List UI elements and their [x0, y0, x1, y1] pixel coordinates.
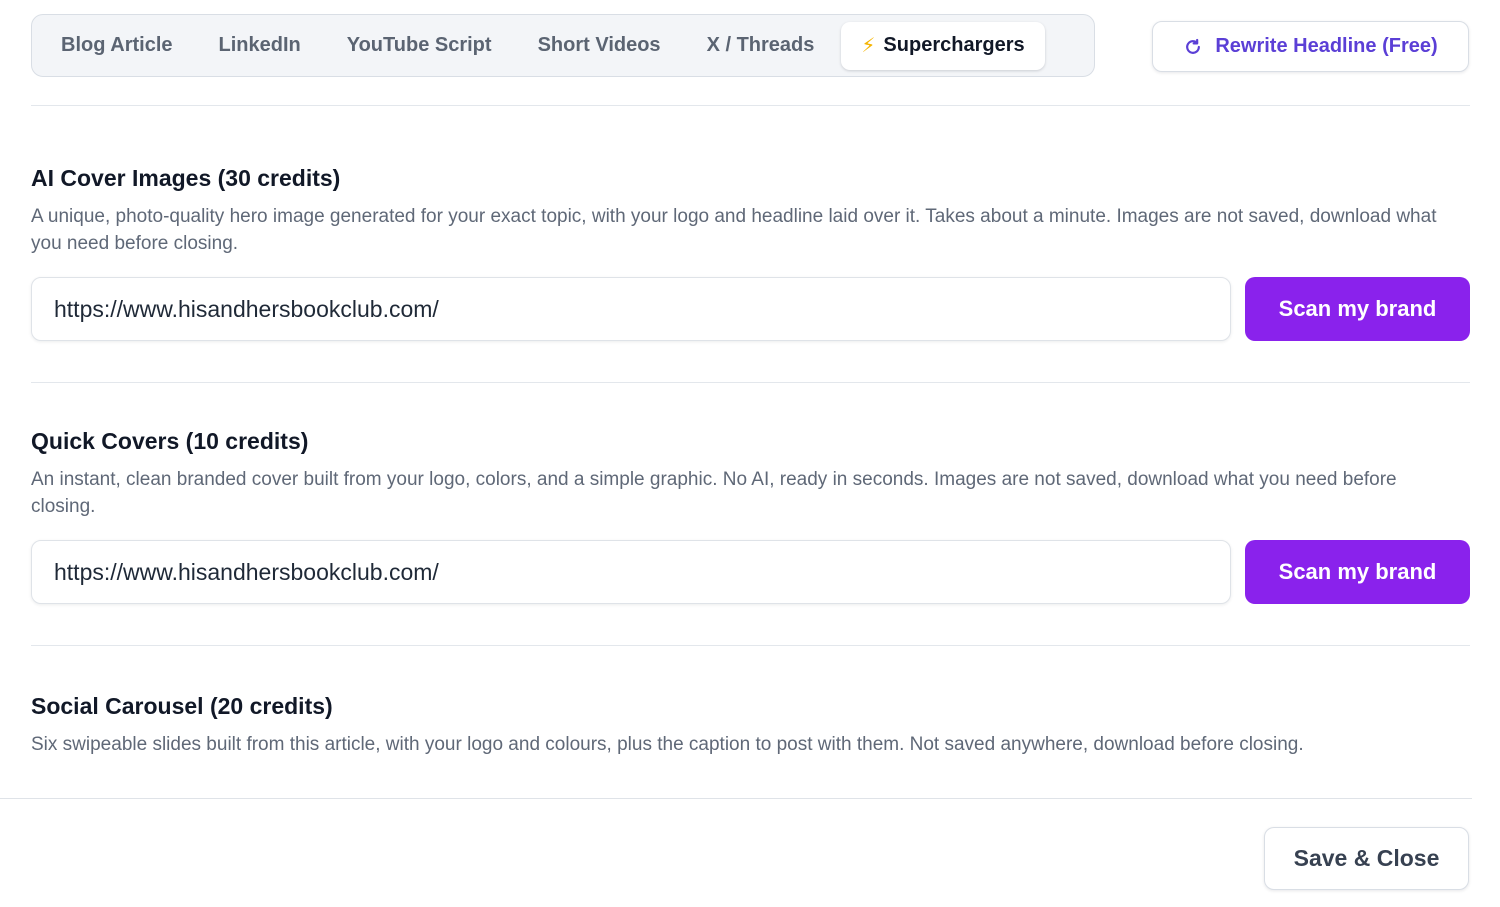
divider — [31, 382, 1470, 383]
tab-label: LinkedIn — [218, 34, 301, 56]
brand-url-input-ai-covers[interactable] — [31, 277, 1231, 341]
section-description-ai-cover-images: A unique, photo-quality hero image gener… — [31, 206, 1437, 254]
tab-label: X / Threads — [706, 34, 815, 56]
rewrite-headline-label: Rewrite Headline (Free) — [1215, 35, 1438, 57]
tab-linkedin[interactable]: LinkedIn — [196, 22, 324, 70]
tab-label: YouTube Script — [346, 34, 492, 56]
tab-youtube-script[interactable]: YouTube Script — [324, 22, 515, 70]
save-and-close-button[interactable]: Save & Close — [1264, 827, 1469, 890]
tab-superchargers[interactable]: ⚡ Superchargers — [841, 21, 1045, 70]
section-title-ai-cover-images: AI Cover Images (30 credits) — [31, 165, 341, 191]
content-type-tabs: Blog Article LinkedIn YouTube Script Sho… — [31, 14, 1095, 77]
scan-my-brand-button-quick-covers[interactable]: Scan my brand — [1245, 540, 1470, 604]
tab-blog-article[interactable]: Blog Article — [38, 22, 196, 70]
divider — [31, 645, 1470, 646]
divider — [31, 105, 1470, 106]
tab-label: Short Videos — [537, 34, 661, 56]
tab-x-threads[interactable]: X / Threads — [684, 22, 838, 70]
brand-url-input-quick-covers[interactable] — [31, 540, 1231, 604]
section-title-quick-covers: Quick Covers (10 credits) — [31, 428, 309, 454]
lightning-bolt-icon: ⚡ — [861, 35, 876, 57]
section-description-quick-covers: An instant, clean branded cover built fr… — [31, 469, 1397, 517]
rewrite-headline-button[interactable]: Rewrite Headline (Free) — [1152, 21, 1469, 72]
refresh-icon — [1186, 38, 1201, 54]
scan-my-brand-button-ai-covers[interactable]: Scan my brand — [1245, 277, 1470, 341]
tab-short-videos[interactable]: Short Videos — [515, 22, 684, 70]
footer-divider — [0, 798, 1472, 799]
tab-label: Blog Article — [61, 34, 173, 56]
tab-label: Superchargers — [883, 34, 1025, 56]
section-title-social-carousel: Social Carousel (20 credits) — [31, 693, 333, 719]
section-description-social-carousel: Six swipeable slides built from this art… — [31, 734, 1304, 755]
